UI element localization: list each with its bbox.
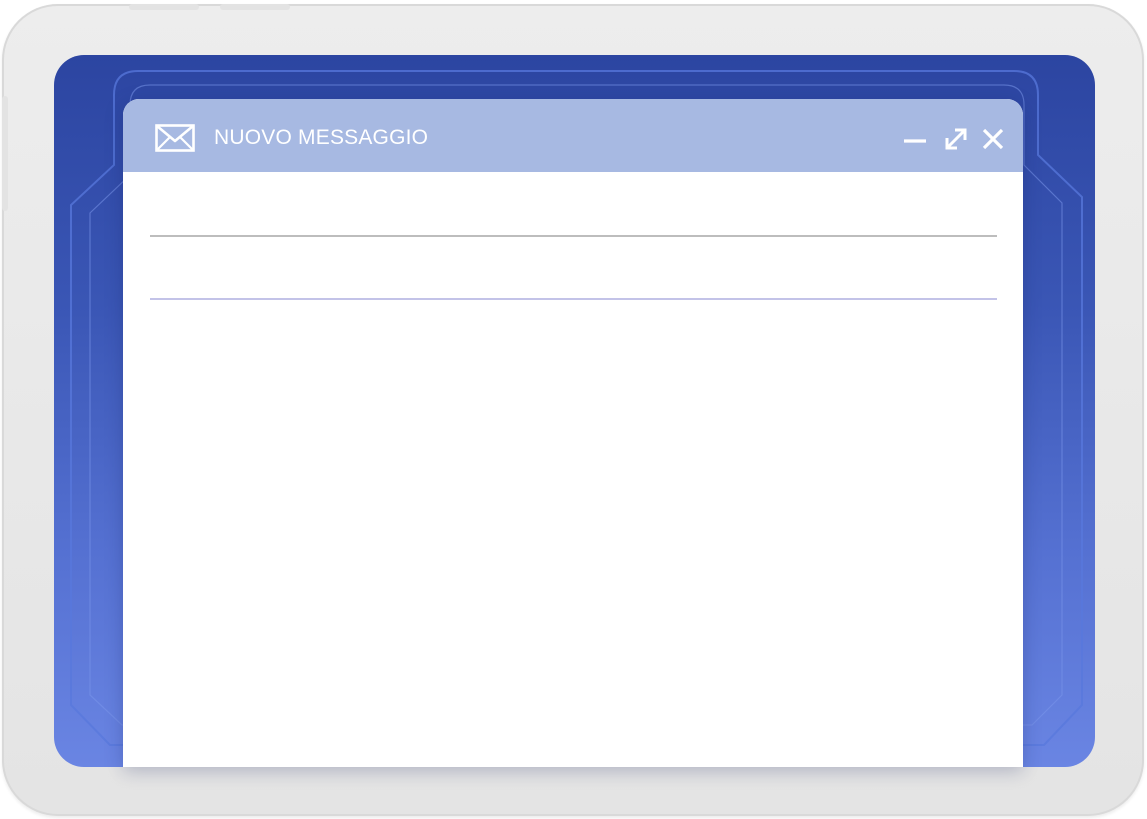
minimize-icon[interactable] — [903, 127, 927, 151]
new-message-window: NUOVO MESSAGGIO — [123, 99, 1023, 767]
hardware-button-top-left — [129, 4, 199, 10]
close-icon[interactable] — [981, 127, 1005, 151]
hardware-button-side — [2, 96, 8, 211]
window-titlebar[interactable]: NUOVO MESSAGGIO — [123, 99, 1023, 172]
envelope-icon — [155, 124, 195, 152]
subject-field[interactable] — [150, 298, 997, 300]
window-title: NUOVO MESSAGGIO — [214, 126, 429, 149]
maximize-icon[interactable] — [944, 127, 968, 151]
recipient-field[interactable] — [150, 235, 997, 237]
hardware-button-top-right — [220, 4, 290, 10]
message-body[interactable] — [150, 309, 997, 749]
